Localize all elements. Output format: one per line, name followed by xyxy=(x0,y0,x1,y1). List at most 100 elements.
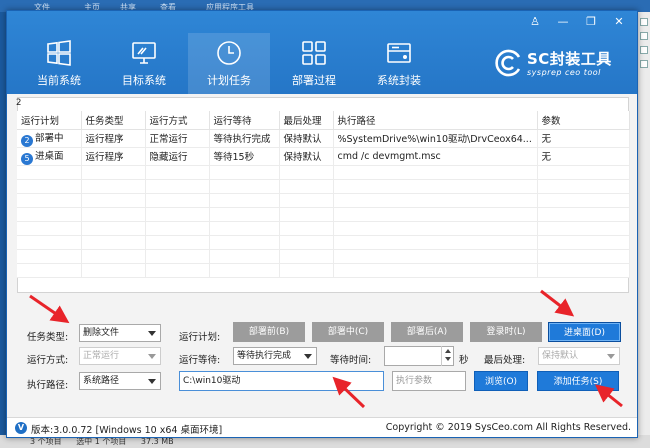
post-process-select[interactable]: 保持默认 xyxy=(538,347,620,365)
column-header[interactable]: 执行路径 xyxy=(333,111,538,130)
tab-current-system[interactable]: 当前系统 xyxy=(18,33,100,94)
spin-down-icon[interactable] xyxy=(442,355,453,364)
cell-type: 运行程序 xyxy=(81,129,146,148)
empty-row xyxy=(17,263,630,278)
order-badge: 2 xyxy=(21,134,33,146)
task-count: 2 xyxy=(16,98,22,108)
wait-time-label: 等待时间: xyxy=(330,355,372,366)
disk-icon xyxy=(385,39,413,67)
column-header[interactable]: 运行等待 xyxy=(209,111,280,130)
plan-before-deploy-button[interactable]: 部署前(B) xyxy=(233,322,305,342)
chevron-down-icon xyxy=(148,379,156,384)
exec-path-label: 执行路径: xyxy=(27,380,69,391)
tab-scheduled-tasks[interactable]: 计划任务 xyxy=(188,33,270,94)
tab-label: 系统封装 xyxy=(377,74,421,87)
table-header: 运行计划 任务类型 运行方式 运行等待 最后处理 执行路径 参数 xyxy=(17,111,630,130)
cell-path: cmd /c devmgmt.msc xyxy=(333,147,538,166)
logo-subtitle: sysprep ceo tool xyxy=(527,68,601,77)
plan-text: 部署中 xyxy=(35,132,64,144)
copyright-text: Copyright © 2019 SysCeo.com All Rights R… xyxy=(385,422,631,433)
tab-deploy-process[interactable]: 部署过程 xyxy=(273,33,355,94)
params-input[interactable]: 执行参数 xyxy=(392,371,466,391)
order-badge: 5 xyxy=(21,152,33,164)
task-table: 运行计划 任务类型 运行方式 运行等待 最后处理 执行路径 参数 2 部署中 运行… xyxy=(17,111,630,278)
logo-mark-icon xyxy=(495,49,521,77)
plan-during-deploy-button[interactable]: 部署中(C) xyxy=(312,322,384,342)
run-plan-label: 运行计划: xyxy=(179,332,221,343)
cell-param: 无 xyxy=(537,147,630,166)
params-placeholder: 执行参数 xyxy=(396,376,433,386)
path-input[interactable]: C:\win10驱动 xyxy=(179,371,384,391)
app-logo: SC封装工具 sysprep ceo tool xyxy=(493,48,625,84)
maximize-button[interactable]: ❐ xyxy=(577,13,605,31)
user-icon[interactable]: ♙ xyxy=(521,13,549,31)
column-header[interactable]: 任务类型 xyxy=(81,111,146,130)
cell-type: 运行程序 xyxy=(81,147,146,166)
window-controls: ♙ — ❐ ✕ xyxy=(521,13,633,31)
task-type-label: 任务类型: xyxy=(27,332,69,343)
run-wait-select[interactable]: 等待执行完成 xyxy=(233,347,317,365)
task-type-value: 删除文件 xyxy=(83,328,120,338)
cell-mode: 正常运行 xyxy=(145,129,210,148)
empty-row xyxy=(17,235,630,250)
grid-icon xyxy=(300,39,328,67)
column-header[interactable]: 运行计划 xyxy=(17,111,82,130)
version-text: 版本:3.0.0.72 [Windows 10 x64 桌面环境] xyxy=(31,425,223,436)
post-process-label: 最后处理: xyxy=(484,355,526,366)
logo-title: SC封装工具 xyxy=(527,50,612,68)
empty-row xyxy=(17,221,630,236)
task-type-select[interactable]: 删除文件 xyxy=(79,324,161,342)
plan-text: 进桌面 xyxy=(35,150,64,162)
add-task-button[interactable]: 添加任务(S) xyxy=(537,371,619,391)
cell-wait: 等待执行完成 xyxy=(209,129,280,148)
tab-label: 目标系统 xyxy=(122,74,166,87)
minimize-button[interactable]: — xyxy=(549,13,577,31)
column-header[interactable]: 运行方式 xyxy=(145,111,210,130)
tab-label: 计划任务 xyxy=(207,74,251,87)
run-mode-label: 运行方式: xyxy=(27,355,69,366)
title-bar: ♙ — ❐ ✕ 当前系统 目标系统 计划任务 部署过程 系统封装 SC封装工具 … xyxy=(7,11,637,94)
browse-button[interactable]: 浏览(O) xyxy=(474,371,528,391)
monitor-icon xyxy=(130,39,158,67)
exec-path-value: 系统路径 xyxy=(83,376,120,386)
status-bar: V 版本:3.0.0.72 [Windows 10 x64 桌面环境] Copy… xyxy=(7,417,637,437)
tab-label: 部署过程 xyxy=(292,74,336,87)
exec-path-select[interactable]: 系统路径 xyxy=(79,372,161,390)
sc-sysprep-window: ♙ — ❐ ✕ 当前系统 目标系统 计划任务 部署过程 系统封装 SC封装工具 … xyxy=(6,10,638,438)
empty-row xyxy=(17,165,630,180)
column-header[interactable]: 参数 xyxy=(537,111,630,130)
cell-post: 保持默认 xyxy=(279,147,334,166)
version-icon: V xyxy=(15,422,27,434)
run-mode-value: 正常运行 xyxy=(83,351,120,361)
empty-row xyxy=(17,207,630,222)
chevron-down-icon xyxy=(607,354,615,359)
background-scrollbar xyxy=(636,12,650,448)
table-row[interactable]: 5 进桌面 运行程序 隐藏运行 等待15秒 保持默认 cmd /c devmgmt… xyxy=(17,147,630,166)
cell-plan: 5 进桌面 xyxy=(17,147,82,166)
table-row[interactable]: 2 部署中 运行程序 正常运行 等待执行完成 保持默认 %SystemDrive%… xyxy=(17,129,630,148)
cell-post: 保持默认 xyxy=(279,129,334,148)
run-mode-select[interactable]: 正常运行 xyxy=(79,347,161,365)
post-process-value: 保持默认 xyxy=(542,351,579,361)
empty-row xyxy=(17,249,630,264)
bg-size: 37.3 MB xyxy=(140,437,174,446)
bg-item-count: 3 个项目 xyxy=(30,437,62,446)
empty-row xyxy=(17,193,630,208)
plan-after-deploy-button[interactable]: 部署后(A) xyxy=(391,322,463,342)
plan-desktop-button[interactable]: 进桌面(D) xyxy=(548,322,621,342)
plan-login-button[interactable]: 登录时(L) xyxy=(470,322,542,342)
cell-mode: 隐藏运行 xyxy=(145,147,210,166)
wait-time-spinner[interactable] xyxy=(441,346,453,366)
close-button[interactable]: ✕ xyxy=(605,13,633,31)
seconds-unit: 秒 xyxy=(459,355,469,366)
column-header[interactable]: 最后处理 xyxy=(279,111,334,130)
empty-row xyxy=(17,179,630,194)
spin-up-icon[interactable] xyxy=(442,346,453,355)
run-wait-label: 运行等待: xyxy=(179,355,221,366)
tab-target-system[interactable]: 目标系统 xyxy=(103,33,185,94)
cell-path: %SystemDrive%\win10驱动\DrvCeox64... xyxy=(333,129,538,148)
cell-plan: 2 部署中 xyxy=(17,129,82,148)
tab-label: 当前系统 xyxy=(37,74,81,87)
path-input-value: C:\win10驱动 xyxy=(183,376,241,386)
tab-system-package[interactable]: 系统封装 xyxy=(358,33,440,94)
